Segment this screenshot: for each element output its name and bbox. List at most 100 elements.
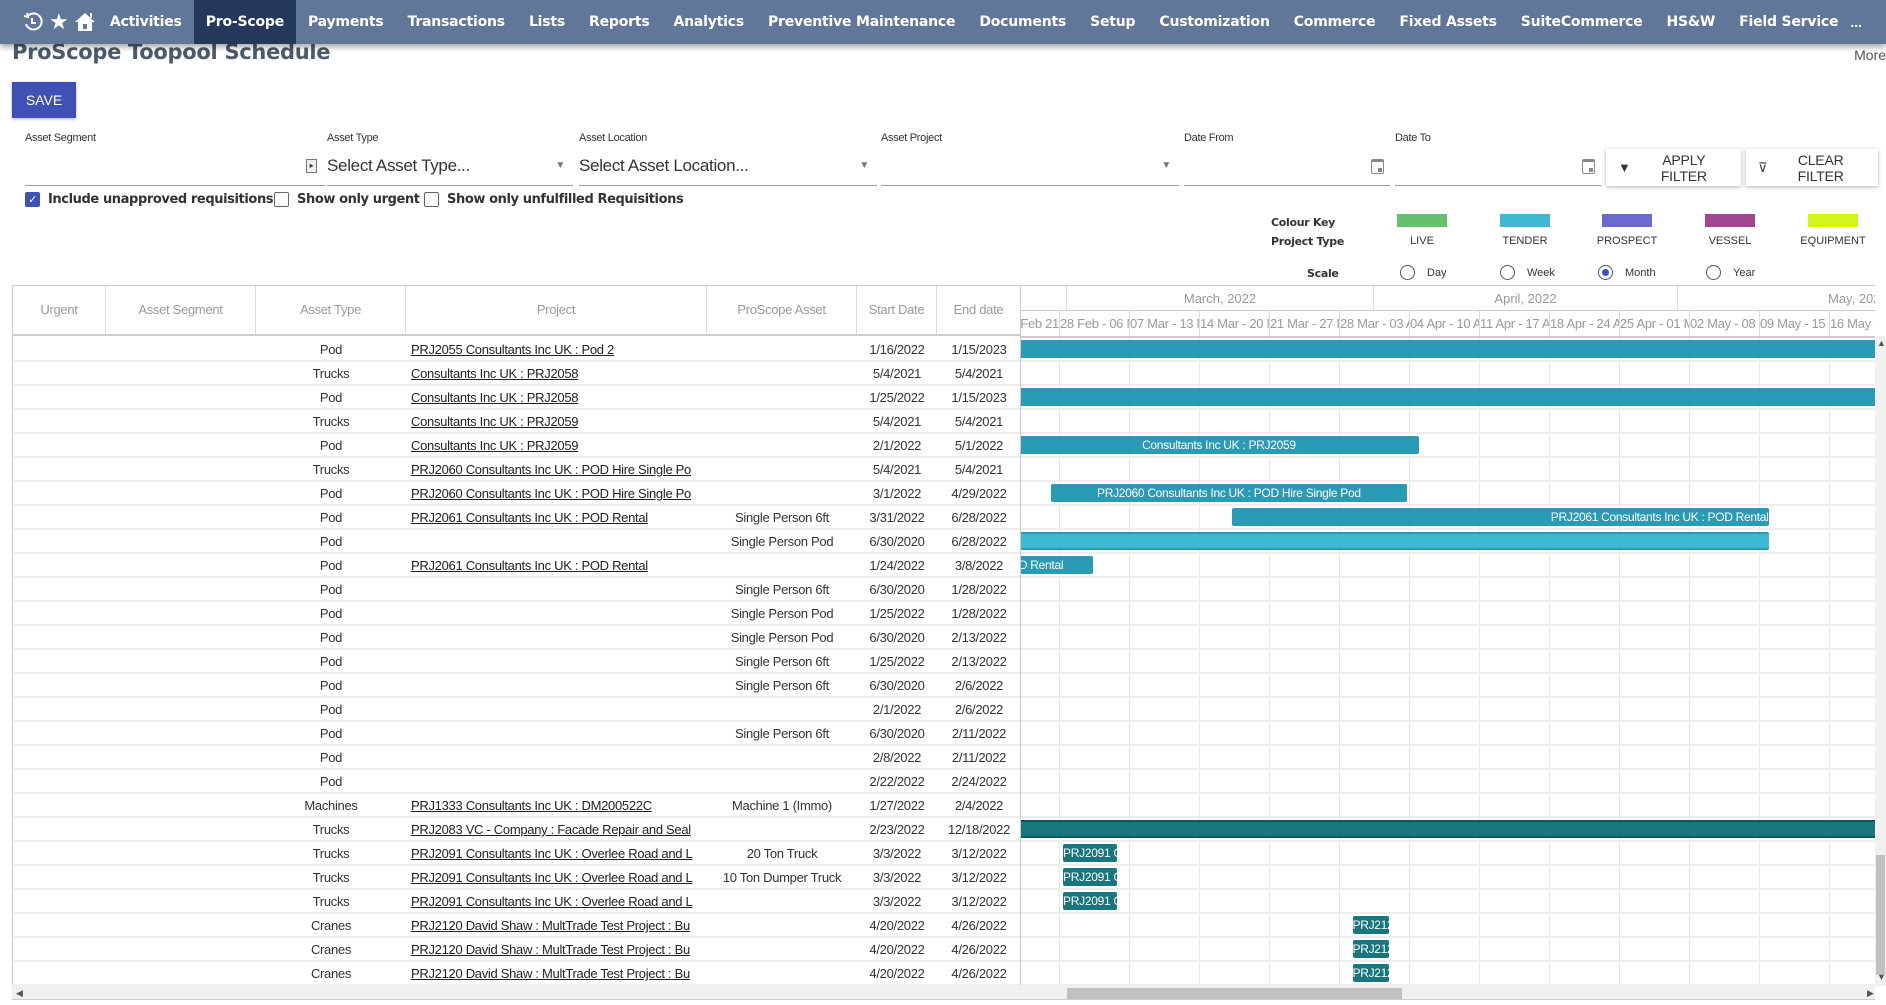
project-link[interactable]: Consultants Inc UK : PRJ2058 — [411, 366, 579, 381]
table-row[interactable]: Pod Single Person Pod 6/30/2020 2/13/2022 — [13, 626, 1021, 650]
project-link[interactable]: PRJ2083 VC - Company : Facade Repair and… — [411, 822, 691, 837]
project-link[interactable]: PRJ2120 David Shaw : MultTrade Test Proj… — [411, 966, 690, 981]
table-row[interactable]: Pod PRJ2055 Consultants Inc UK : Pod 2 1/1… — [13, 338, 1021, 362]
radio-button-icon[interactable] — [1598, 265, 1613, 280]
nav-item-field-service[interactable]: Field Service — [1727, 0, 1850, 44]
project-link[interactable]: Consultants Inc UK : PRJ2059 — [411, 414, 579, 429]
project-link[interactable]: PRJ2061 Consultants Inc UK : POD Rental — [411, 510, 648, 525]
gantt-bar[interactable] — [1021, 388, 1875, 406]
calendar-icon[interactable] — [1582, 159, 1595, 174]
project-link[interactable]: PRJ2120 David Shaw : MultTrade Test Proj… — [411, 942, 690, 957]
scale-option-day[interactable]: Day — [1400, 265, 1447, 280]
table-row[interactable]: Cranes PRJ2120 David Shaw : MultTrade Tes… — [13, 962, 1021, 986]
table-row[interactable]: Trucks Consultants Inc UK : PRJ2058 5/4/20… — [13, 362, 1021, 386]
project-link[interactable]: PRJ2060 Consultants Inc UK : POD Hire Si… — [411, 462, 691, 477]
gantt-bar[interactable]: PRJ2091 Consultants Inc UK — [1063, 844, 1118, 862]
gantt-bar[interactable]: PRJ2061 Consultants Inc UK : POD Rental — [1021, 556, 1094, 574]
checkbox-icon[interactable] — [424, 192, 439, 207]
table-row[interactable]: Pod Single Person 6ft 6/30/2020 2/6/2022 — [13, 674, 1021, 698]
gantt-bar[interactable]: Consultants Inc UK : PRJ2059 — [1021, 436, 1419, 454]
column-header-proscope-asset[interactable]: ProScope Asset — [707, 286, 857, 334]
table-row[interactable]: Trucks PRJ2083 VC - Company : Facade Repa… — [13, 818, 1021, 842]
table-row[interactable]: Trucks Consultants Inc UK : PRJ2059 5/4/20… — [13, 410, 1021, 434]
more-link[interactable]: More — [1854, 47, 1886, 63]
include-unapproved-checkbox[interactable]: ✓ Include unapproved requisitions — [25, 192, 274, 207]
table-row[interactable]: Pod PRJ2061 Consultants Inc UK : POD Rent… — [13, 506, 1021, 530]
gantt-bar[interactable] — [1021, 340, 1875, 358]
project-link[interactable]: PRJ2091 Consultants Inc UK : Overlee Roa… — [411, 894, 693, 909]
nav-item-setup[interactable]: Setup — [1078, 0, 1147, 44]
project-link[interactable]: PRJ2060 Consultants Inc UK : POD Hire Si… — [411, 486, 691, 501]
table-row[interactable]: Cranes PRJ2120 David Shaw : MultTrade Tes… — [13, 938, 1021, 962]
column-header-project[interactable]: Project — [406, 286, 707, 334]
radio-button-icon[interactable] — [1500, 265, 1515, 280]
nav-item-activities[interactable]: Activities — [98, 0, 194, 44]
table-row[interactable]: Pod Consultants Inc UK : PRJ2058 1/25/2022… — [13, 386, 1021, 410]
radio-button-icon[interactable] — [1706, 265, 1721, 280]
nav-item-hs-w[interactable]: HS&W — [1655, 0, 1728, 44]
gantt-bar[interactable]: PRJ2091 Consultants Inc UK — [1063, 868, 1118, 886]
nav-item-fixed-assets[interactable]: Fixed Assets — [1387, 0, 1508, 44]
table-row[interactable]: Pod PRJ2060 Consultants Inc UK : POD Hire… — [13, 482, 1021, 506]
table-row[interactable]: Pod Single Person 6ft 6/30/2020 2/11/2022 — [13, 722, 1021, 746]
horizontal-scrollbar-thumb[interactable] — [1067, 988, 1402, 999]
table-row[interactable]: Trucks PRJ2091 Consultants Inc UK : Overl… — [13, 890, 1021, 914]
column-header-start-date[interactable]: Start Date — [857, 286, 937, 334]
column-header-asset-segment[interactable]: Asset Segment — [106, 286, 256, 334]
calendar-icon[interactable] — [1371, 159, 1384, 174]
gantt-bar[interactable]: PRJ2120 David Shaw — [1352, 964, 1389, 982]
nav-item-lists[interactable]: Lists — [517, 0, 577, 44]
scale-option-week[interactable]: Week — [1500, 265, 1555, 280]
date-to-input[interactable] — [1395, 150, 1601, 186]
nav-item-transactions[interactable]: Transactions — [396, 0, 517, 44]
horizontal-scrollbar[interactable] — [12, 985, 1875, 1000]
nav-item-commerce[interactable]: Commerce — [1282, 0, 1388, 44]
table-row[interactable]: Pod PRJ2061 Consultants Inc UK : POD Rent… — [13, 554, 1021, 578]
table-row[interactable]: Cranes PRJ2120 David Shaw : MultTrade Tes… — [13, 914, 1021, 938]
apply-filter-button[interactable]: ▼ APPLY FILTER — [1606, 149, 1741, 186]
date-from-input[interactable] — [1184, 150, 1390, 186]
scroll-left-icon[interactable]: ◀ — [16, 988, 23, 999]
gantt-bar[interactable] — [1021, 532, 1769, 550]
project-link[interactable]: PRJ2061 Consultants Inc UK : POD Rental — [411, 558, 648, 573]
scroll-down-icon[interactable]: ▼ — [1877, 972, 1886, 982]
scale-option-month[interactable]: Month — [1598, 265, 1656, 280]
asset-project-select[interactable]: ▼ — [881, 150, 1179, 186]
asset-type-select[interactable]: Select Asset Type... ▼ — [327, 150, 573, 186]
gantt-bar[interactable]: PRJ2061 Consultants Inc UK : POD Rental — [1231, 508, 1769, 526]
scroll-right-icon[interactable]: ▶ — [1867, 988, 1874, 999]
asset-location-select[interactable]: Select Asset Location... ▼ — [579, 150, 877, 186]
table-row[interactable]: Machines PRJ1333 Consultants Inc UK : DM2… — [13, 794, 1021, 818]
vertical-scrollbar-thumb[interactable] — [1876, 855, 1885, 975]
asset-segment-lookup-icon[interactable]: ▸ — [306, 159, 317, 173]
checkbox-icon[interactable] — [274, 192, 289, 207]
table-row[interactable]: Pod Single Person Pod 6/30/2020 6/28/2022 — [13, 530, 1021, 554]
table-row[interactable]: Trucks PRJ2091 Consultants Inc UK : Overl… — [13, 842, 1021, 866]
recent-records-icon[interactable] — [20, 0, 46, 44]
nav-item-customization[interactable]: Customization — [1147, 0, 1281, 44]
gantt-bar[interactable]: PRJ2091 Consultants Inc UK — [1063, 892, 1118, 910]
show-only-unfulfilled-checkbox[interactable]: Show only unfulfilled Requisitions — [424, 192, 684, 207]
scale-option-year[interactable]: Year — [1706, 265, 1755, 280]
project-link[interactable]: PRJ2091 Consultants Inc UK : Overlee Roa… — [411, 846, 693, 861]
gantt-bar[interactable]: PRJ2120 David Shaw — [1352, 916, 1389, 934]
project-link[interactable]: PRJ2120 David Shaw : MultTrade Test Proj… — [411, 918, 690, 933]
clear-filter-button[interactable]: ⊽ CLEAR FILTER — [1746, 149, 1878, 186]
table-row[interactable]: Pod Single Person 6ft 6/30/2020 1/28/2022 — [13, 578, 1021, 602]
scroll-up-icon[interactable]: ▲ — [1877, 338, 1886, 348]
show-only-urgent-checkbox[interactable]: Show only urgent — [274, 192, 420, 207]
save-button[interactable]: SAVE — [12, 82, 76, 118]
project-link[interactable]: Consultants Inc UK : PRJ2058 — [411, 390, 579, 405]
project-link[interactable]: PRJ2091 Consultants Inc UK : Overlee Roa… — [411, 870, 693, 885]
table-row[interactable]: Trucks PRJ2091 Consultants Inc UK : Overl… — [13, 866, 1021, 890]
column-header-end-date[interactable]: End date — [937, 286, 1021, 334]
nav-item-payments[interactable]: Payments — [296, 0, 396, 44]
table-row[interactable]: Pod 2/1/2022 2/6/2022 — [13, 698, 1021, 722]
table-row[interactable]: Pod Single Person 6ft 1/25/2022 2/13/2022 — [13, 650, 1021, 674]
project-link[interactable]: Consultants Inc UK : PRJ2059 — [411, 438, 579, 453]
checkbox-checked-icon[interactable]: ✓ — [25, 192, 40, 207]
gantt-bar[interactable]: PRJ2120 David Shaw — [1352, 940, 1389, 958]
table-row[interactable]: Trucks PRJ2060 Consultants Inc UK : POD H… — [13, 458, 1021, 482]
nav-item-documents[interactable]: Documents — [967, 0, 1078, 44]
gantt-bar[interactable]: PRJ2060 Consultants Inc UK : POD Hire Si… — [1051, 484, 1407, 502]
